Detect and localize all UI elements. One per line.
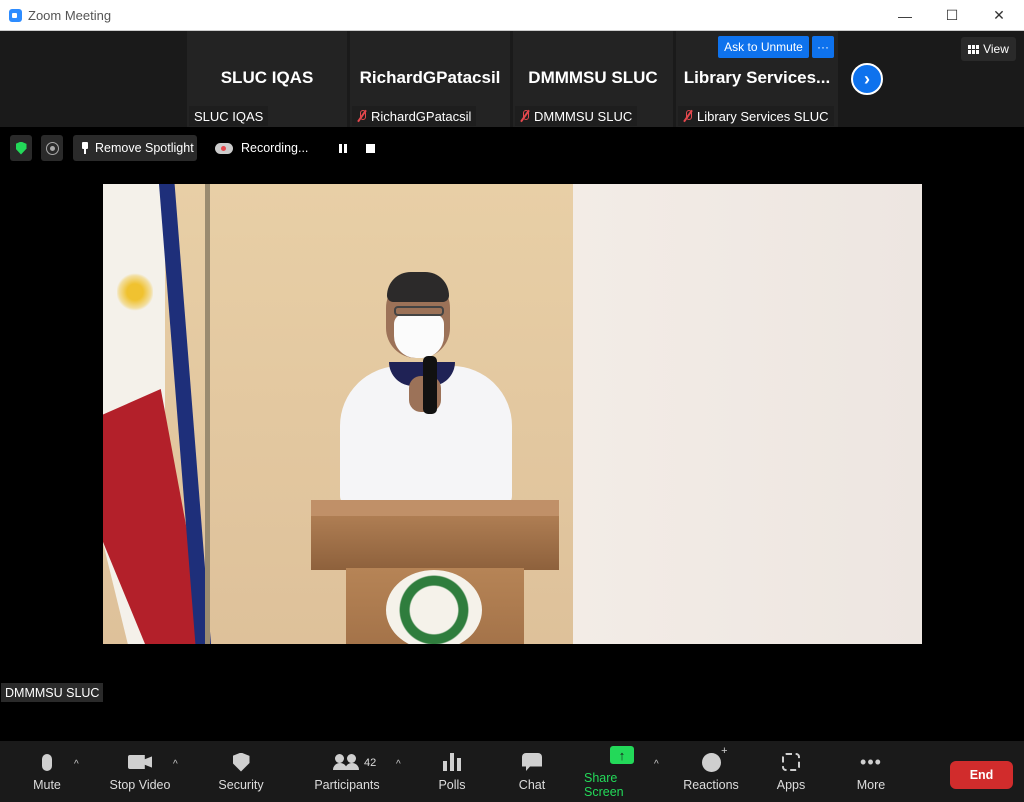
university-seal (386, 570, 482, 644)
video-options-caret[interactable]: ^ (173, 759, 178, 770)
cloud-recording-icon (215, 142, 233, 154)
speaker-hair (387, 272, 449, 302)
podium-lip (311, 500, 559, 516)
participant-label: SLUC IQAS (189, 106, 269, 126)
participants-button[interactable]: Participants (312, 741, 382, 802)
security-button[interactable]: Security (213, 741, 269, 802)
mute-label: Mute (33, 778, 61, 792)
mute-button[interactable]: Mute (24, 741, 70, 802)
shield-icon (232, 751, 250, 773)
stop-recording-button[interactable] (360, 137, 380, 159)
security-label: Security (218, 778, 264, 792)
share-screen-button[interactable]: ↑ Share Screen (584, 741, 660, 802)
next-page-arrow-icon[interactable]: › (851, 63, 883, 95)
pause-recording-button[interactable] (333, 137, 353, 159)
mic-muted-icon (683, 110, 693, 122)
recording-indicator-button[interactable] (41, 135, 63, 161)
participant-label-text: DMMMSU SLUC (534, 108, 633, 124)
share-screen-icon: ↑ (610, 744, 634, 766)
share-arrow: ↑ (610, 746, 634, 764)
participants-options-caret[interactable]: ^ (396, 759, 401, 770)
flag-pole (205, 184, 210, 644)
close-button[interactable]: ✕ (976, 0, 1022, 31)
flag-sun (117, 272, 153, 312)
share-options-caret[interactable]: ^ (654, 759, 659, 770)
participant-tile[interactable]: DMMMSU SLUC DMMMSU SLUC (513, 31, 673, 127)
chat-button[interactable]: Chat (512, 741, 552, 802)
more-label: More (856, 778, 886, 792)
participant-label: Library Services SLUC (678, 106, 834, 126)
participant-label: RichardGPatacsil (352, 106, 477, 126)
share-screen-label: Share Screen (584, 771, 624, 799)
window-title: Zoom Meeting (28, 8, 112, 23)
pause-icon-bar (344, 143, 347, 153)
reactions-button[interactable]: Reactions (682, 741, 740, 802)
pin-icon (80, 142, 90, 154)
mic-muted-icon (357, 110, 367, 122)
shield-check-icon (15, 141, 27, 155)
participant-label-text: RichardGPatacsil (371, 108, 472, 124)
maximize-button[interactable]: ☐ (929, 0, 975, 31)
participant-tile[interactable]: RichardGPatacsil RichardGPatacsil (350, 31, 510, 127)
stop-video-label: Stop Video (109, 778, 171, 792)
mute-options-caret[interactable]: ^ (74, 759, 79, 770)
participant-name: RichardGPatacsil (359, 68, 501, 87)
tile-more-button[interactable]: ··· (812, 36, 834, 58)
participant-label-text: SLUC IQAS (194, 108, 264, 124)
remove-spotlight-label: Remove Spotlight (95, 141, 194, 155)
ask-to-unmute-button[interactable]: Ask to Unmute (718, 36, 809, 58)
participant-name: Library Services... (683, 68, 831, 87)
smiley-icon (701, 745, 728, 773)
pause-icon-bar (339, 143, 342, 153)
chat-icon (522, 751, 542, 773)
polls-icon (443, 751, 461, 773)
grid-icon (968, 44, 980, 54)
reactions-label: Reactions (683, 778, 739, 792)
mic-icon (42, 751, 52, 773)
minimize-button[interactable]: — (882, 0, 928, 31)
more-dots-icon: ••• (860, 752, 882, 772)
chat-label: Chat (518, 778, 546, 792)
mic-muted-icon (520, 110, 530, 122)
apps-icon (782, 751, 800, 773)
apps-label: Apps (776, 778, 806, 792)
handheld-microphone (423, 356, 437, 414)
end-meeting-button[interactable]: End (950, 761, 1013, 789)
remove-spotlight-button[interactable]: Remove Spotlight (73, 135, 197, 161)
participant-label: DMMMSU SLUC (515, 106, 638, 126)
speaker-mask (394, 314, 444, 358)
meeting-toolbar: Mute ^ Stop Video ^ Security Participant… (0, 741, 1024, 802)
camera-icon (128, 751, 152, 773)
participant-tile[interactable]: SLUC IQAS SLUC IQAS (187, 31, 347, 127)
speaker-glasses (394, 306, 444, 316)
participant-name: SLUC IQAS (220, 68, 314, 87)
participants-count: 42 (364, 757, 377, 769)
window-titlebar: Zoom Meeting — ☐ ✕ (0, 0, 1024, 31)
main-video-feed (103, 184, 922, 644)
participant-name: DMMMSU SLUC (528, 68, 658, 87)
video-wall-right (573, 184, 922, 644)
polls-button[interactable]: Polls (432, 741, 472, 802)
participants-icon (333, 751, 359, 773)
meeting-info-button[interactable] (10, 135, 32, 161)
stop-icon (365, 143, 375, 153)
polls-label: Polls (438, 778, 466, 792)
apps-button[interactable]: Apps (771, 741, 811, 802)
zoom-app-icon (9, 9, 22, 22)
view-button[interactable]: View (961, 37, 1016, 61)
stop-video-button[interactable]: Stop Video (104, 741, 176, 802)
recording-label: Recording... (241, 141, 309, 155)
participants-label: Participants (314, 778, 380, 792)
record-icon (45, 141, 59, 155)
view-label: View (983, 42, 1009, 56)
active-speaker-label: DMMMSU SLUC (1, 683, 104, 702)
more-button[interactable]: ••• More (851, 741, 891, 802)
participant-label-text: Library Services SLUC (697, 108, 829, 124)
